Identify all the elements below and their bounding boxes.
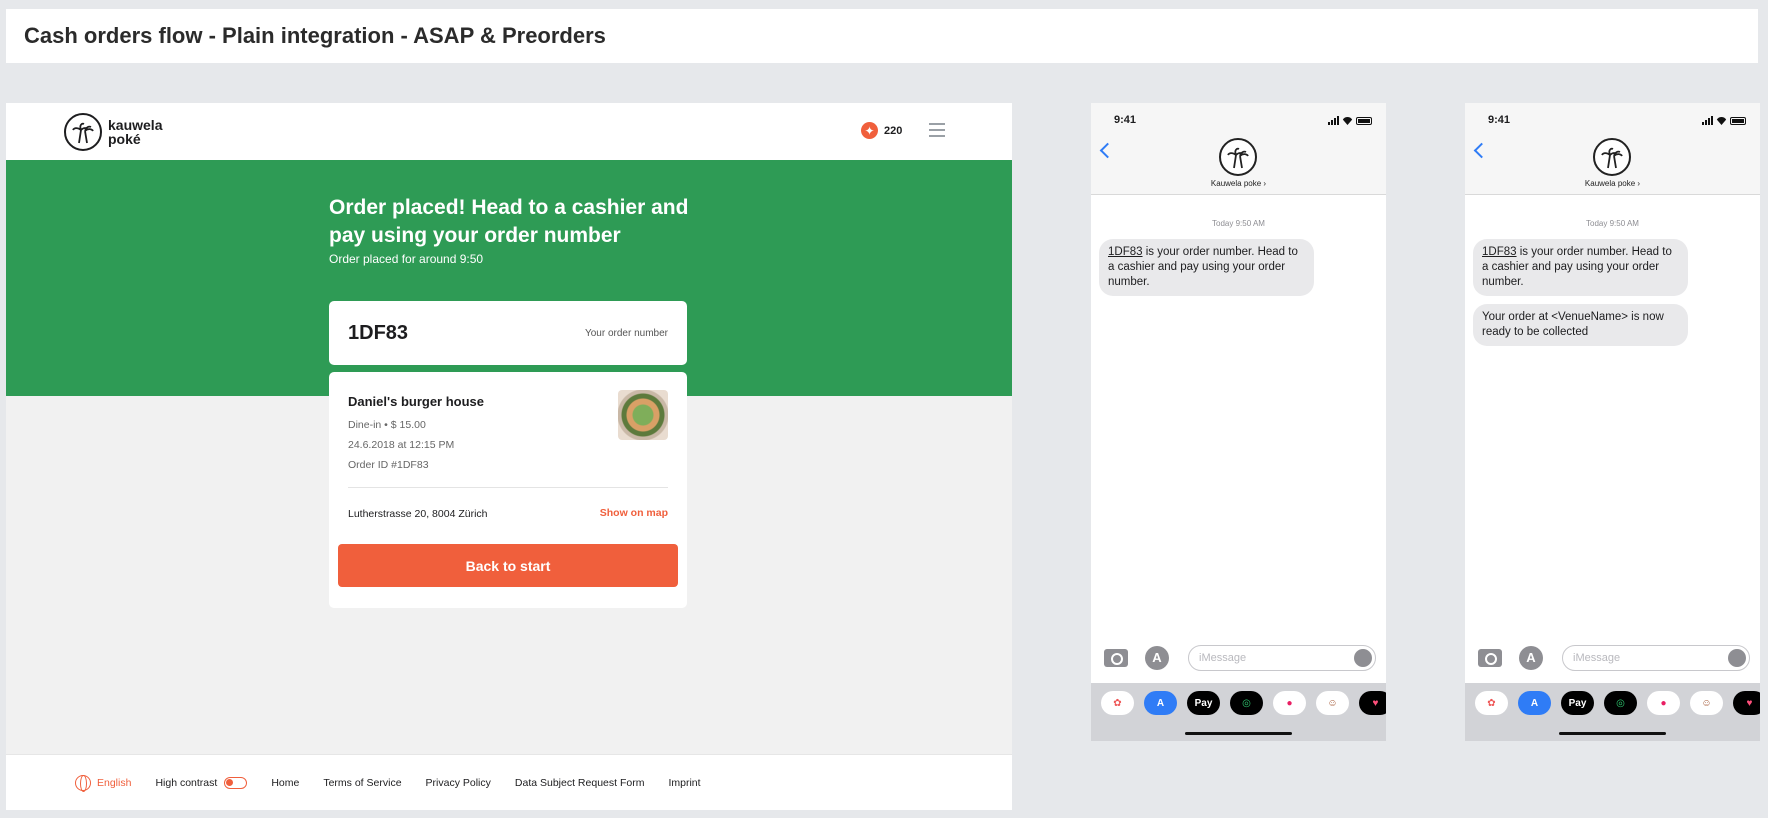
order-code[interactable]: 1DF83 (1482, 246, 1517, 258)
imessage-input[interactable]: iMessage (1188, 645, 1376, 671)
status-time: 9:41 (1488, 114, 1511, 126)
photos-icon[interactable]: ✿ (1101, 691, 1134, 715)
contact-name[interactable]: Kauwela poke › (1091, 179, 1386, 188)
app-store-icon[interactable]: A (1145, 646, 1169, 670)
activity-icon[interactable]: ◎ (1604, 691, 1637, 715)
battery-icon (1356, 117, 1372, 125)
language-selector[interactable]: English (75, 774, 132, 792)
messages-header: 9:41 Kauwela poke › (1091, 103, 1386, 195)
page-title: Cash orders flow - Plain integration - A… (24, 23, 606, 48)
memoji-icon[interactable]: ☺ (1316, 691, 1349, 715)
imessage-placeholder: iMessage (1573, 652, 1621, 664)
home-indicator[interactable] (1185, 732, 1292, 735)
page-title-bar: Cash orders flow - Plain integration - A… (6, 9, 1758, 63)
digital-touch-icon[interactable]: ● (1647, 691, 1680, 715)
message-bubble: 1DF83 is your order number. Head to a ca… (1473, 239, 1688, 296)
globe-icon (75, 774, 91, 792)
toggle-switch[interactable] (224, 776, 248, 789)
memoji-icon[interactable]: ☺ (1690, 691, 1723, 715)
order-number: 1DF83 (348, 321, 409, 344)
signal-icon (1328, 116, 1339, 125)
activity-icon[interactable]: ◎ (1230, 691, 1263, 715)
app-drawer: ✿ A Pay ◎ ● ☺ ♥ (1091, 683, 1386, 741)
wifi-icon (1342, 117, 1353, 125)
message-text: Your order at <VenueName> is now ready t… (1482, 311, 1664, 338)
apple-pay-icon[interactable]: Pay (1187, 691, 1220, 715)
battery-icon (1730, 117, 1746, 125)
status-time: 9:41 (1114, 114, 1137, 126)
imessage-input[interactable]: iMessage (1562, 645, 1750, 671)
footer-link-privacy[interactable]: Privacy Policy (426, 777, 491, 789)
footer-link-imprint[interactable]: Imprint (668, 777, 700, 789)
contact-name[interactable]: Kauwela poke › (1465, 179, 1760, 188)
points-count: 220 (884, 124, 903, 137)
kauwela-logo[interactable]: kauwela poké (64, 113, 162, 151)
divider (348, 487, 668, 488)
back-chevron-icon[interactable] (1099, 142, 1116, 159)
messages-header: 9:41 Kauwela poke › (1465, 103, 1760, 195)
hamburger-menu-icon[interactable] (929, 123, 945, 137)
sms-phone-1: 9:41 Kauwela poke › Today 9:50 AM 1DF83 … (1091, 103, 1386, 741)
web-order-confirmation: kauwela poké ✦ 220 Order placed! Head to… (6, 103, 1012, 810)
contact-avatar[interactable] (1219, 138, 1257, 176)
order-number-label: Your order number (584, 327, 668, 339)
venue-address: Lutherstrasse 20, 8004 Zürich (348, 508, 488, 520)
loyalty-points[interactable]: ✦ 220 (861, 122, 902, 139)
home-indicator[interactable] (1559, 732, 1666, 735)
order-time-text: Order placed for around 9:50 (329, 252, 484, 266)
order-details-card: Daniel's burger house Dine-in • $ 15.00 … (329, 372, 687, 608)
message-timestamp: Today 9:50 AM (1212, 219, 1265, 228)
heart-sticker-icon[interactable]: ♥ (1733, 691, 1760, 715)
footer-link-home[interactable]: Home (271, 777, 299, 789)
back-to-start-button[interactable]: Back to start (338, 544, 678, 587)
star-badge-icon: ✦ (861, 122, 878, 139)
status-icons (1328, 116, 1372, 125)
imessage-placeholder: iMessage (1199, 652, 1247, 664)
camera-icon[interactable] (1478, 649, 1502, 667)
high-contrast-toggle[interactable]: High contrast (155, 776, 248, 789)
high-contrast-label: High contrast (155, 776, 218, 789)
message-bubble: Your order at <VenueName> is now ready t… (1473, 304, 1688, 346)
order-code[interactable]: 1DF83 (1108, 246, 1143, 258)
venue-name: Daniel's burger house (348, 394, 485, 409)
app-store-icon[interactable]: A (1144, 691, 1177, 715)
back-chevron-icon[interactable] (1473, 142, 1490, 159)
compose-bar: A iMessage (1091, 645, 1386, 675)
order-number-card: 1DF83 Your order number (329, 301, 687, 365)
footer-link-dsr-form[interactable]: Data Subject Request Form (515, 777, 645, 789)
compose-bar: A iMessage (1465, 645, 1760, 675)
camera-icon[interactable] (1104, 649, 1128, 667)
message-timestamp: Today 9:50 AM (1586, 219, 1639, 228)
footer-link-terms[interactable]: Terms of Service (323, 777, 401, 789)
dine-info: Dine-in • $ 15.00 (348, 419, 426, 431)
show-on-map-link[interactable]: Show on map (600, 507, 668, 519)
confirmation-heading: Order placed! Head to a cashier and pay … (329, 196, 689, 247)
status-icons (1702, 116, 1746, 125)
web-header: kauwela poké ✦ 220 (6, 103, 1012, 160)
message-bubble: 1DF83 is your order number. Head to a ca… (1099, 239, 1314, 296)
app-store-icon[interactable]: A (1519, 646, 1543, 670)
language-label: English (97, 776, 132, 789)
app-drawer: ✿ A Pay ◎ ● ☺ ♥ (1465, 683, 1760, 741)
apple-pay-icon[interactable]: Pay (1561, 691, 1594, 715)
palm-tree-icon (1601, 147, 1623, 169)
photos-icon[interactable]: ✿ (1475, 691, 1508, 715)
app-store-icon[interactable]: A (1518, 691, 1551, 715)
digital-touch-icon[interactable]: ● (1273, 691, 1306, 715)
logo-text-line2: poké (108, 131, 141, 147)
order-date: 24.6.2018 at 12:15 PM (348, 439, 455, 451)
palm-tree-icon (64, 113, 102, 151)
palm-tree-icon (1227, 147, 1249, 169)
sms-phone-2: 9:41 Kauwela poke › Today 9:50 AM 1DF83 … (1465, 103, 1760, 741)
heart-sticker-icon[interactable]: ♥ (1359, 691, 1386, 715)
audio-icon[interactable] (1354, 649, 1372, 667)
order-id: Order ID #1DF83 (348, 459, 429, 471)
poke-bowl-image (618, 390, 668, 440)
footer: English High contrast Home Terms of Serv… (6, 754, 1012, 810)
contact-avatar[interactable] (1593, 138, 1631, 176)
audio-icon[interactable] (1728, 649, 1746, 667)
wifi-icon (1716, 117, 1727, 125)
signal-icon (1702, 116, 1713, 125)
logo-text-line1: kauwela (108, 117, 163, 133)
